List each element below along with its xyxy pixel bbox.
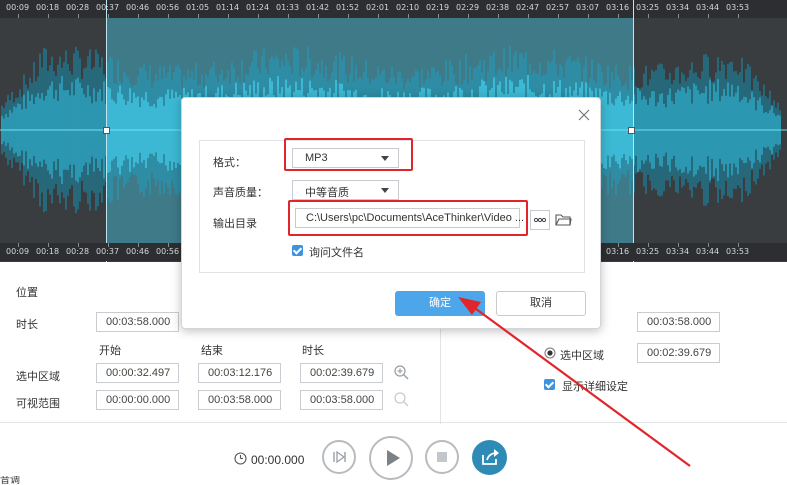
ruler-tick-label: 00:56 — [156, 3, 180, 12]
ruler-tick-label: 02:19 — [426, 3, 450, 12]
format-label: 格式： — [213, 157, 246, 169]
stop-icon — [437, 452, 447, 462]
ruler-tick-label: 01:14 — [216, 3, 240, 12]
column-length-label: 时长 — [302, 345, 324, 357]
selection-radio[interactable] — [544, 347, 556, 359]
pitch-label: 音调 — [0, 476, 20, 485]
export-icon — [482, 449, 499, 465]
position-label: 位置 — [16, 287, 38, 299]
ruler-tick-label: 03:44 — [696, 3, 720, 12]
ruler-tick-label: 02:38 — [486, 3, 510, 12]
selection-end-handle[interactable] — [628, 127, 635, 134]
ruler-tick-label: 00:18 — [36, 247, 60, 256]
skip-icon — [333, 450, 346, 464]
ruler-tick-label: 00:46 — [126, 247, 150, 256]
column-start-label: 开始 — [99, 345, 121, 357]
ruler-tick-label: 03:16 — [606, 247, 630, 256]
right-selection-field[interactable]: 00:02:39.679 — [637, 343, 720, 363]
time-display: 00:00.000 — [251, 453, 305, 467]
ruler-tick-label: 02:29 — [456, 3, 480, 12]
zoom-in-icon[interactable] — [393, 364, 409, 380]
quality-dropdown-icon — [381, 188, 389, 193]
ruler-tick-label: 00:37 — [96, 3, 120, 12]
browse-button[interactable] — [530, 210, 550, 230]
right-selection-label: 选中区域 — [560, 350, 604, 362]
ruler-tick-label: 03:34 — [666, 247, 690, 256]
show-details-label: 显示详细设定 — [562, 381, 628, 393]
visible-range-label: 可视范围 — [16, 398, 60, 410]
ruler-tick-label: 00:56 — [156, 247, 180, 256]
selection-row-label: 选中区域 — [16, 371, 60, 383]
close-icon[interactable] — [578, 109, 590, 121]
selection-start-handle[interactable] — [103, 127, 110, 134]
ruler-tick-label: 03:44 — [696, 247, 720, 256]
play-button[interactable] — [369, 436, 413, 480]
column-end-label: 结束 — [201, 345, 223, 357]
ruler-tick-label: 03:34 — [666, 3, 690, 12]
output-path-highlight — [288, 200, 528, 236]
ruler-tick-label: 00:09 — [6, 3, 30, 12]
selection-end-field[interactable]: 00:03:12.176 — [198, 363, 281, 383]
export-button[interactable] — [472, 440, 507, 475]
ruler-tick-label: 01:42 — [306, 3, 330, 12]
quality-value: 中等音质 — [305, 187, 349, 199]
output-dir-label: 输出目录 — [213, 218, 257, 230]
right-duration-field[interactable]: 00:03:58.000 — [637, 312, 720, 332]
time-ruler-top: 00:09 00:18 00:28 00:37 00:46 00:56 01:05 01:14… — [0, 0, 787, 18]
duration-label: 时长 — [16, 319, 38, 331]
show-details-checkbox[interactable] — [544, 379, 555, 390]
ruler-tick-label: 00:37 — [96, 247, 120, 256]
quality-label: 声音质量： — [213, 187, 268, 199]
zoom-out-icon[interactable] — [393, 391, 409, 407]
selection-length-field[interactable]: 00:02:39.679 — [300, 363, 383, 383]
more-icon — [533, 217, 547, 223]
ruler-tick-label: 03:53 — [726, 247, 750, 256]
play-icon — [387, 450, 400, 466]
ruler-tick-label: 02:01 — [366, 3, 390, 12]
ruler-tick-label: 01:24 — [246, 3, 270, 12]
ask-filename-checkbox[interactable] — [292, 245, 303, 256]
ruler-tick-label: 02:10 — [396, 3, 420, 12]
export-dialog: 格式： MP3 声音质量： 中等音质 输出目录 C:\Users\pc\Docu… — [181, 97, 601, 329]
skip-button[interactable] — [322, 440, 356, 474]
ruler-tick-label: 03:07 — [576, 3, 600, 12]
selection-start-field[interactable]: 00:00:32.497 — [96, 363, 179, 383]
panel-bottom-divider — [0, 422, 787, 423]
ruler-tick-label: 01:05 — [186, 3, 210, 12]
ruler-tick-label: 00:28 — [66, 247, 90, 256]
visible-length-field[interactable]: 00:03:58.000 — [300, 390, 383, 410]
ruler-tick-label: 00:09 — [6, 247, 30, 256]
ruler-tick-label: 01:52 — [336, 3, 360, 12]
stop-button[interactable] — [425, 440, 459, 474]
ruler-tick-label: 03:25 — [636, 3, 660, 12]
clock-icon — [234, 452, 247, 465]
ruler-tick-label: 03:16 — [606, 3, 630, 12]
ruler-tick-label: 03:25 — [636, 247, 660, 256]
duration-field[interactable]: 00:03:58.000 — [96, 312, 179, 332]
visible-start-field[interactable]: 00:00:00.000 — [96, 390, 179, 410]
ruler-tick-label: 00:18 — [36, 3, 60, 12]
quality-select[interactable]: 中等音质 — [292, 180, 399, 200]
visible-end-field[interactable]: 00:03:58.000 — [198, 390, 281, 410]
ruler-tick-label: 02:47 — [516, 3, 540, 12]
cancel-button[interactable]: 取消 — [496, 291, 586, 316]
app-window: 00:09 00:18 00:28 00:37 00:46 00:56 01:05 01:14… — [0, 0, 787, 485]
ask-filename-label: 询问文件名 — [309, 247, 364, 259]
ruler-tick-label: 00:28 — [66, 3, 90, 12]
ok-button[interactable]: 确定 — [395, 291, 485, 316]
ruler-tick-label: 03:53 — [726, 3, 750, 12]
ruler-tick-label: 00:46 — [126, 3, 150, 12]
folder-icon[interactable] — [555, 212, 572, 227]
ruler-tick-label: 02:57 — [546, 3, 570, 12]
format-highlight — [284, 138, 413, 171]
ruler-tick-label: 01:33 — [276, 3, 300, 12]
